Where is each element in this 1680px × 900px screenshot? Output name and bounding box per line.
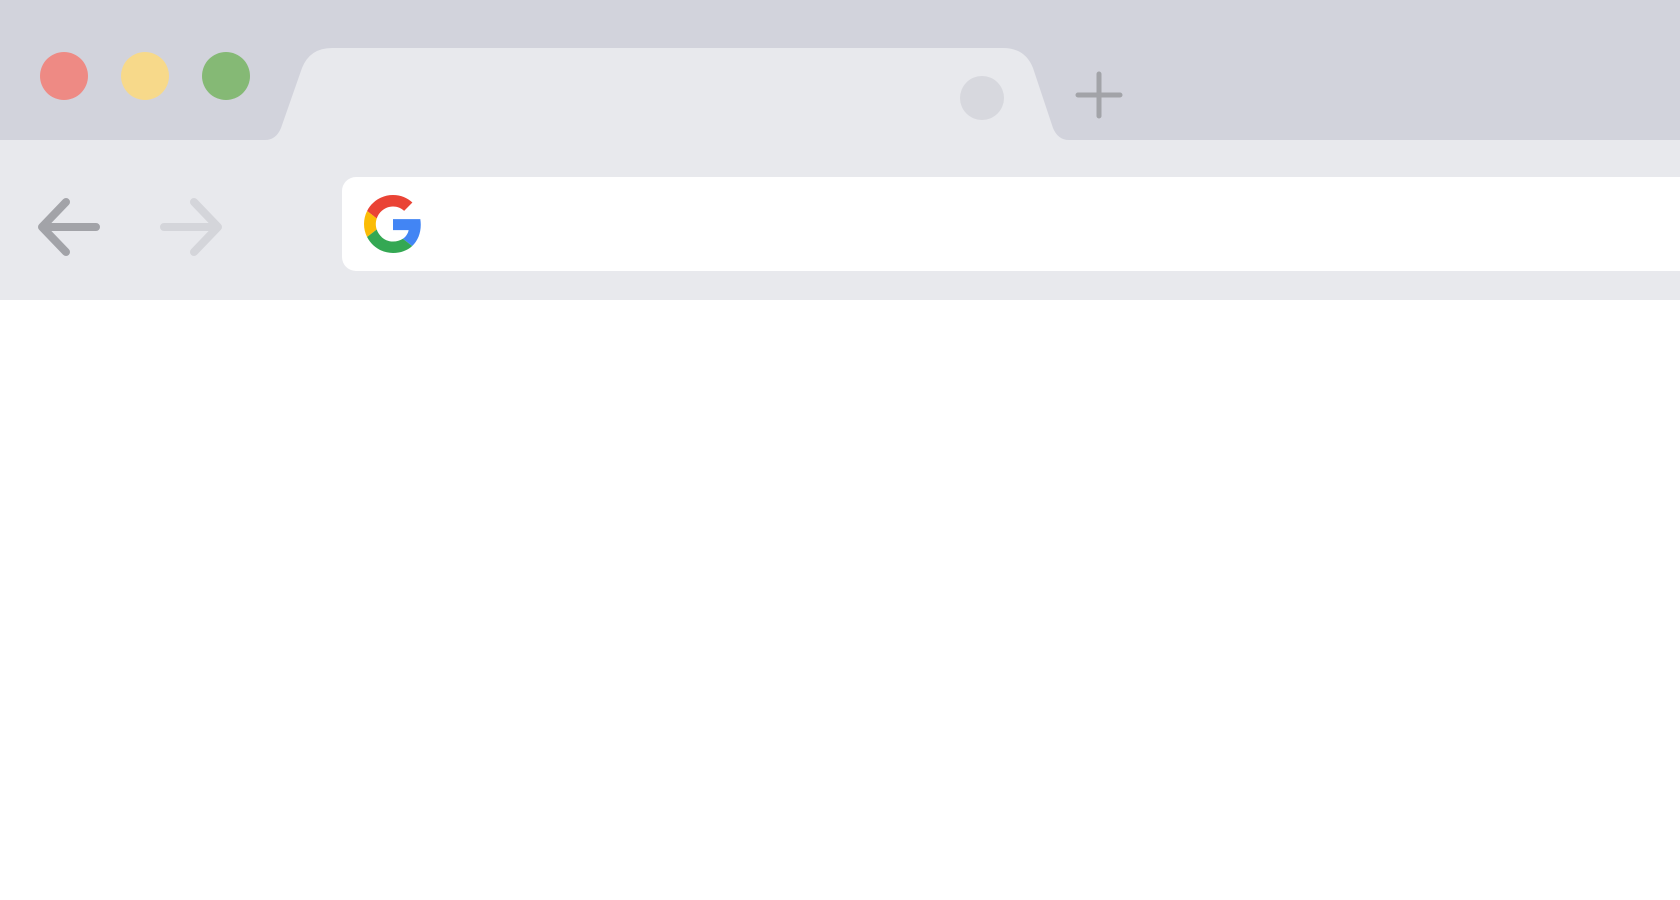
plus-icon — [1075, 71, 1123, 119]
tab-title — [330, 80, 930, 116]
arrow-right-icon — [160, 198, 222, 256]
page-content — [0, 300, 1680, 900]
browser-window — [0, 0, 1680, 900]
toolbar — [0, 140, 1680, 300]
active-tab-shape — [0, 48, 1680, 150]
google-g-icon — [364, 195, 421, 253]
back-button[interactable] — [36, 196, 102, 258]
address-bar[interactable] — [342, 177, 1680, 271]
new-tab-button[interactable] — [1074, 70, 1124, 120]
arrow-left-icon — [38, 198, 100, 256]
placeholder-circle-icon — [960, 76, 1004, 120]
forward-button[interactable] — [158, 196, 224, 258]
active-tab[interactable] — [0, 0, 1680, 150]
address-input[interactable] — [442, 177, 1642, 271]
